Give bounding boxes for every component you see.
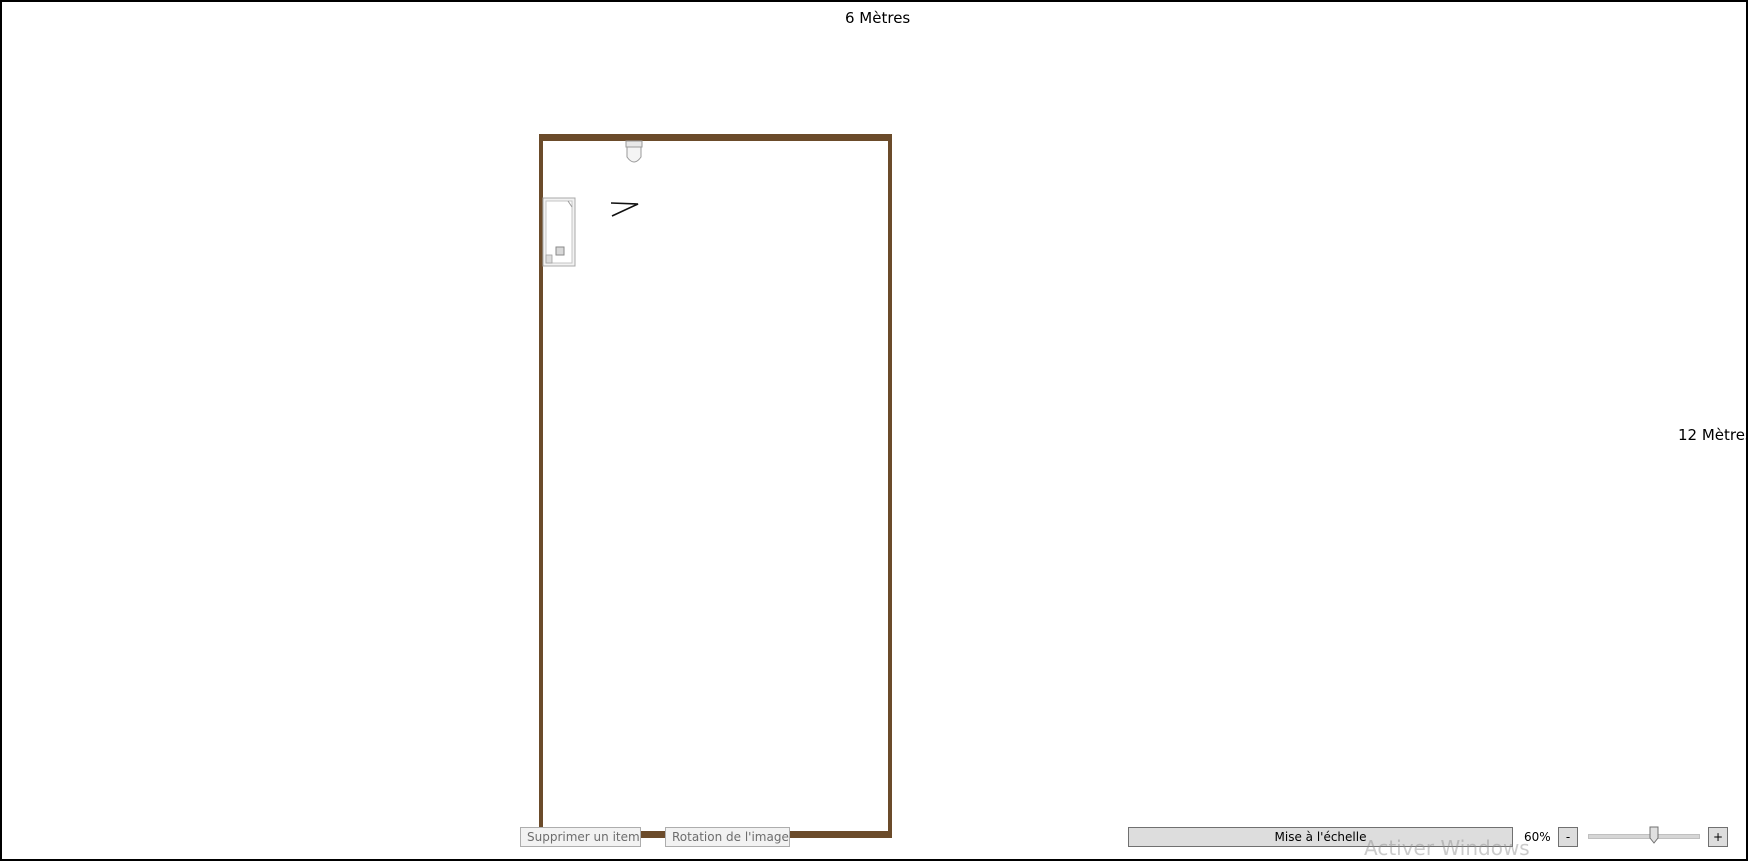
zoom-slider-thumb[interactable] xyxy=(1649,826,1659,844)
width-dimension-label: 6 Mètres xyxy=(845,9,911,27)
scale-button[interactable]: Mise à l'échelle xyxy=(1128,827,1513,847)
zoom-percentage: 60% xyxy=(1524,830,1551,844)
delete-item-button[interactable]: Supprimer un item xyxy=(520,827,641,847)
height-dimension-label: 12 Mètres xyxy=(1678,426,1748,444)
shower-unit-icon[interactable] xyxy=(542,197,576,267)
room-floorplan[interactable] xyxy=(539,134,892,838)
toilet-icon[interactable] xyxy=(624,140,644,168)
stair-icon[interactable] xyxy=(608,200,642,220)
zoom-slider-track[interactable] xyxy=(1588,834,1700,839)
zoom-in-button[interactable]: + xyxy=(1708,827,1728,847)
zoom-out-button[interactable]: - xyxy=(1558,827,1578,847)
rotate-image-button[interactable]: Rotation de l'image xyxy=(665,827,790,847)
